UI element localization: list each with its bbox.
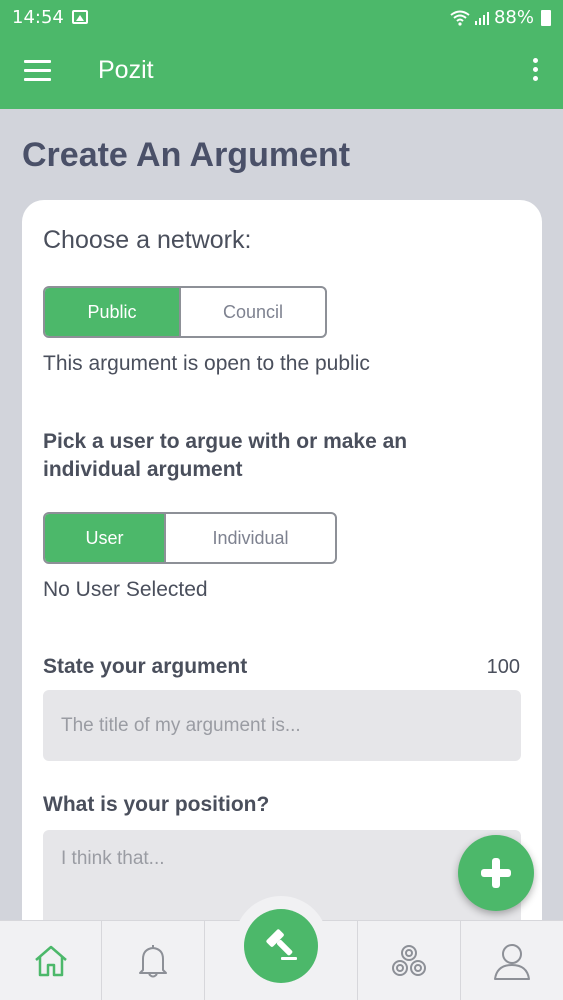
- bell-icon: [139, 945, 167, 978]
- opponent-option-user[interactable]: User: [45, 514, 164, 562]
- status-bar: 14:54 88%: [0, 0, 563, 36]
- menu-icon[interactable]: [24, 60, 51, 82]
- create-argument-card: Choose a network: Public Council This ar…: [22, 200, 542, 960]
- argument-char-counter: 100: [486, 656, 520, 678]
- nav-profile[interactable]: [461, 921, 563, 1000]
- image-notification-icon: [72, 10, 88, 24]
- spiral-icon: [392, 945, 426, 976]
- more-options-icon[interactable]: [533, 58, 539, 85]
- battery-icon: [541, 9, 551, 26]
- opponent-toggle: User Individual: [43, 512, 337, 564]
- home-icon: [34, 945, 67, 977]
- wifi-icon: [450, 10, 470, 26]
- page-title: Create An Argument: [22, 136, 351, 174]
- user-icon: [494, 944, 530, 980]
- nav-notifications[interactable]: [102, 921, 204, 1000]
- argument-title-input[interactable]: [43, 690, 521, 761]
- network-option-public[interactable]: Public: [45, 288, 179, 336]
- nav-divider: [204, 921, 205, 1000]
- battery-percentage: 88%: [493, 7, 534, 28]
- signal-icon: [474, 11, 489, 25]
- position-label: What is your position?: [43, 793, 270, 816]
- app-bar: Pozit: [0, 36, 563, 109]
- status-indicators: 88%: [450, 7, 551, 28]
- plus-icon: [481, 858, 511, 888]
- nav-home[interactable]: [0, 921, 101, 1000]
- opponent-heading: Pick a user to argue with or make an ind…: [43, 430, 408, 481]
- network-toggle: Public Council: [43, 286, 327, 338]
- network-option-council[interactable]: Council: [179, 288, 325, 336]
- add-button[interactable]: [458, 835, 534, 911]
- opponent-option-individual[interactable]: Individual: [164, 514, 335, 562]
- argument-label: State your argument: [43, 655, 248, 678]
- status-time: 14:54: [12, 7, 64, 28]
- selected-user-status: No User Selected: [43, 578, 208, 601]
- app-title: Pozit: [98, 56, 154, 84]
- network-description: This argument is open to the public: [43, 352, 370, 375]
- nav-discover[interactable]: [358, 921, 460, 1000]
- gavel-icon: [266, 929, 297, 960]
- create-argument-nav-button[interactable]: [244, 909, 318, 983]
- network-heading: Choose a network:: [43, 226, 252, 254]
